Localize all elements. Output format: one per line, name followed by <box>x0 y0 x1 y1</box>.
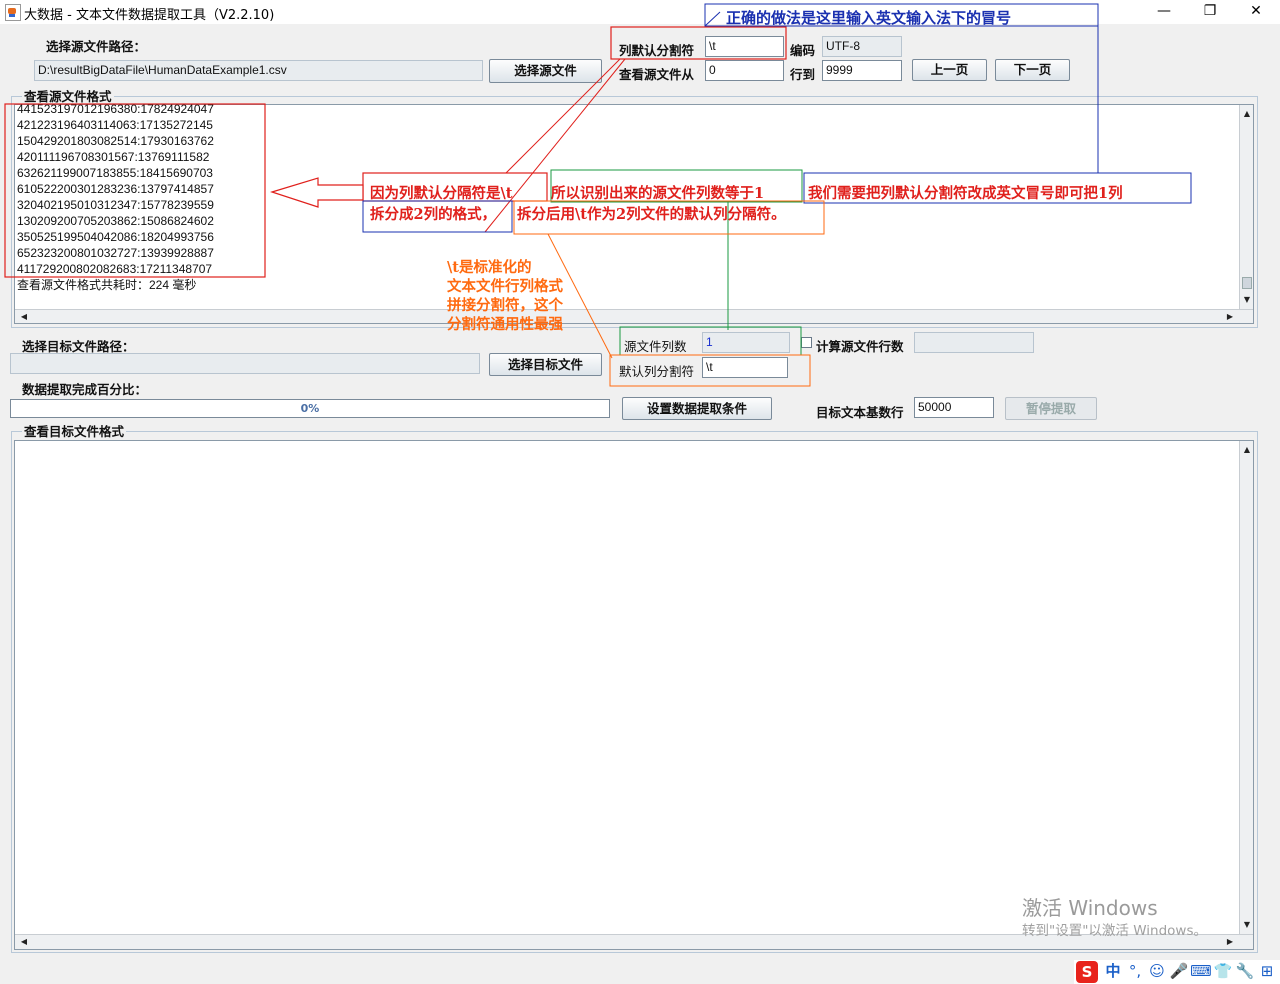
orange-note-line: 分割符通用性最强 <box>447 316 563 333</box>
ime-toolbar: S 中 °, ☺ 🎤 ⌨ 👕 🔧 ⊞ <box>1074 960 1280 984</box>
punctuation-icon[interactable]: °, <box>1124 961 1146 983</box>
col-count-highlight-box <box>619 326 802 356</box>
note-d: 拆分成2列的格式， <box>370 206 497 223</box>
note-e: 拆分后用\t作为2列文件的默认列分隔符。 <box>517 206 786 223</box>
orange-note-line: \t是标准化的 <box>447 259 532 276</box>
delimiter-highlight-box <box>610 26 787 60</box>
orange-note-line: 文本文件行列格式 <box>447 278 563 295</box>
microphone-icon[interactable]: 🎤 <box>1168 961 1190 983</box>
skin-icon[interactable]: 👕 <box>1212 961 1234 983</box>
source-lines-highlight-box <box>4 103 266 278</box>
activate-windows-hint: 转到"设置"以激活 Windows。 <box>1022 923 1207 939</box>
top-note: 正确的做法是这里输入英文输入法下的冒号 <box>726 9 1012 27</box>
note-c: 我们需要把列默认分割符改成英文冒号即可把1列 <box>808 185 1123 202</box>
keyboard-icon[interactable]: ⌨ <box>1190 961 1212 983</box>
default-delim-highlight-box <box>609 354 811 387</box>
note-a: 因为列默认分隔符是\t <box>370 185 513 202</box>
left-arrow-icon <box>270 177 364 208</box>
menu-grid-icon[interactable]: ⊞ <box>1256 961 1278 983</box>
orange-note-line: 拼接分割符，这个 <box>447 297 563 314</box>
tools-icon[interactable]: 🔧 <box>1234 961 1256 983</box>
sogou-ime-icon[interactable]: S <box>1076 961 1098 983</box>
activate-windows-watermark: 激活 Windows <box>1022 896 1158 920</box>
chinese-mode-icon[interactable]: 中 <box>1102 961 1124 983</box>
annotation-overlay <box>4 3 1192 387</box>
orange-note: \t是标准化的 文本文件行列格式 拼接分割符，这个 分割符通用性最强 <box>447 258 563 334</box>
note-b: 所以识别出来的源文件列数等于1 <box>551 185 765 202</box>
emoji-icon[interactable]: ☺ <box>1146 961 1168 983</box>
